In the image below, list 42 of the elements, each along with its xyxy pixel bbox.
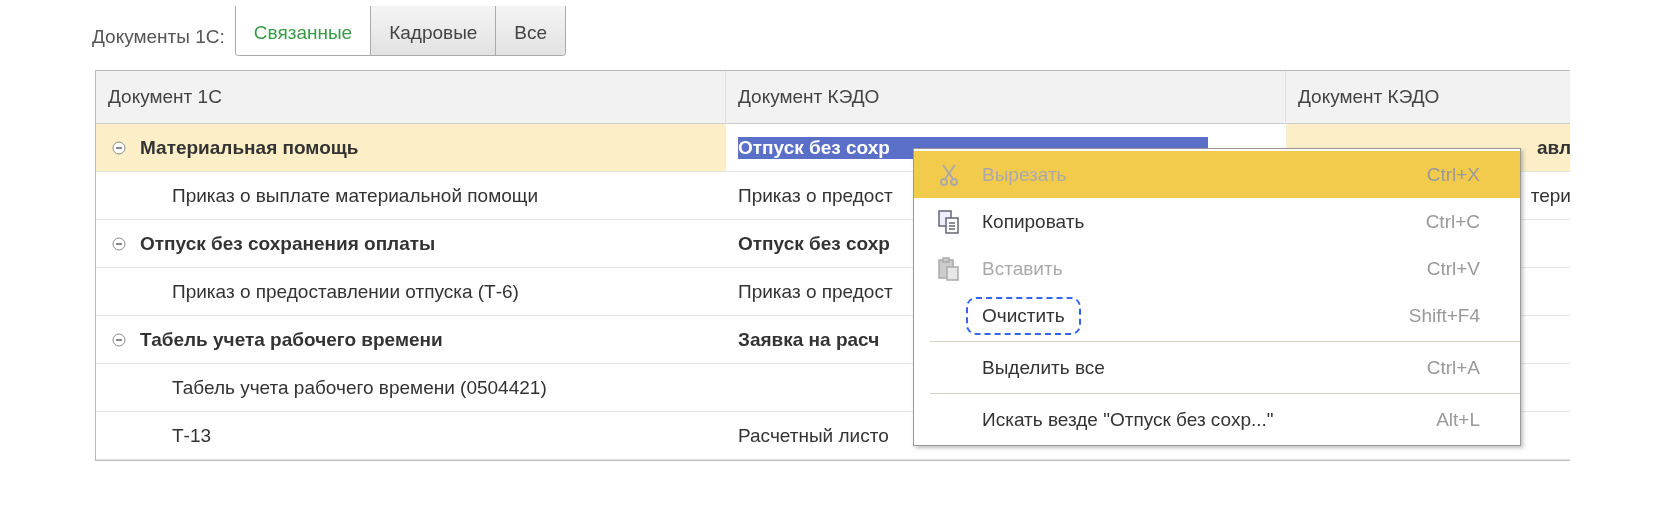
shortcut-label: Shift+F4 <box>1408 304 1480 327</box>
menu-item-label: Очистить <box>966 296 1081 335</box>
shortcut-label: Ctrl+V <box>1426 257 1480 280</box>
menu-item[interactable]: Искать везде "Отпуск без сохр..." Alt+L <box>914 396 1520 443</box>
table-cell-text: Приказ о выплате материальной помощи <box>172 184 539 207</box>
table-cell-text: Расчетный листо <box>738 424 889 447</box>
menu-item-label: Копировать <box>982 210 1085 233</box>
collapse-icon[interactable] <box>112 332 126 347</box>
menu-item-label: Вырезать <box>982 163 1067 186</box>
menu-item-label: Вставить <box>982 257 1063 280</box>
table-cell-text: Отпуск без сохр <box>738 232 890 255</box>
menu-item[interactable]: Очистить Shift+F4 <box>914 292 1520 339</box>
filter-label: Документы 1С: <box>92 26 225 49</box>
table-cell-text: Приказ о предост <box>738 184 893 207</box>
collapse-icon[interactable] <box>112 236 126 251</box>
table-cell-text: Отпуск без сохранения оплаты <box>140 232 436 255</box>
clipboard-icon <box>938 256 960 281</box>
shortcut-label: Ctrl+C <box>1425 210 1480 233</box>
shortcut-label: Alt+L <box>1436 408 1480 431</box>
menu-item[interactable]: Копировать Ctrl+C <box>914 198 1520 245</box>
column-header[interactable]: Документ КЭДО <box>726 71 1286 124</box>
menu-item-label: Выделить все <box>982 356 1105 379</box>
menu-item-label: Искать везде "Отпуск без сохр..." <box>982 408 1274 431</box>
shortcut-label: Ctrl+X <box>1426 163 1480 186</box>
column-header[interactable]: Документ КЭДО <box>1286 71 1570 124</box>
table-cell-text: Т-13 <box>172 424 212 447</box>
filter-tab[interactable]: Все <box>495 6 566 55</box>
collapse-icon[interactable] <box>112 140 126 155</box>
table-cell-text: Заявка на расч <box>738 328 880 351</box>
table-cell-text: Табель учета рабочего времени <box>140 328 443 351</box>
table-cell-text: авл <box>1536 136 1570 159</box>
menu-item[interactable]: Выделить все Ctrl+A <box>914 344 1520 391</box>
table-cell-text: Приказ о предоставлении отпуска (Т-6) <box>172 280 519 303</box>
shortcut-label: Ctrl+A <box>1426 356 1480 379</box>
table-cell-text: Табель учета рабочего времени (0504421) <box>172 376 547 399</box>
filter-tab[interactable]: Кадровые <box>370 6 496 55</box>
column-header[interactable]: Документ 1С <box>96 71 726 124</box>
table-cell-text: Материальная помощь <box>140 136 359 159</box>
table-cell-text: тери <box>1530 184 1570 207</box>
scissors-icon <box>939 163 959 186</box>
table-cell-text: Приказ о предост <box>738 280 893 303</box>
copy-icon <box>938 209 960 234</box>
